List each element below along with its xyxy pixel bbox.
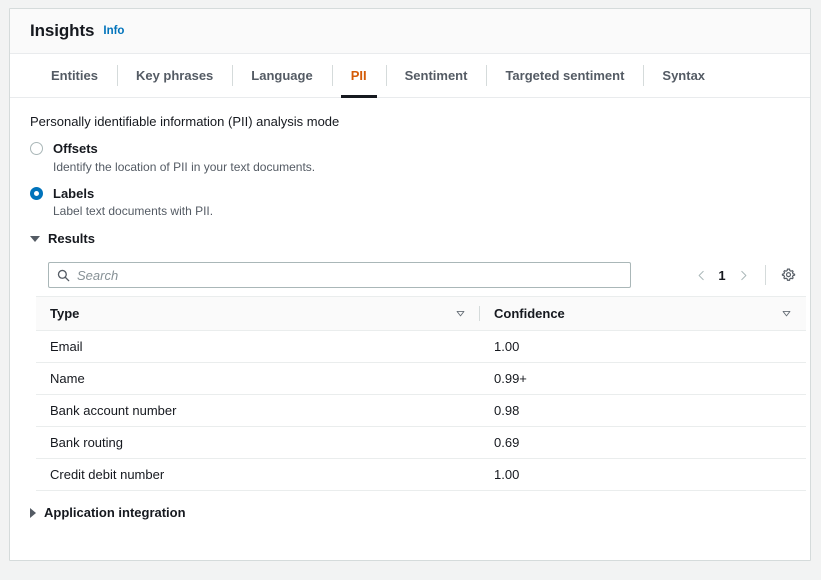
tab-sentiment[interactable]: Sentiment (386, 54, 487, 97)
tab-label: Syntax (662, 68, 705, 83)
tab-pii[interactable]: PII (332, 54, 386, 97)
radio-unchecked-icon[interactable] (30, 142, 43, 155)
panel-header: Insights Info (10, 9, 810, 54)
caret-right-icon (30, 508, 36, 518)
table-row[interactable]: Credit debit number 1.00 (36, 459, 806, 491)
column-header-label: Type (50, 306, 79, 321)
table-row[interactable]: Name 0.99+ (36, 363, 806, 395)
tab-key-phrases[interactable]: Key phrases (117, 54, 232, 97)
radio-label-offsets: Offsets (53, 140, 315, 158)
cell-type: Bank routing (36, 427, 480, 459)
panel-body: Personally identifiable information (PII… (10, 98, 810, 520)
tab-label: Sentiment (405, 68, 468, 83)
gear-icon[interactable] (776, 263, 800, 287)
table-row[interactable]: Bank routing 0.69 (36, 427, 806, 459)
tab-targeted-sentiment[interactable]: Targeted sentiment (486, 54, 643, 97)
results-table-head: Type Confidence (36, 297, 806, 331)
tab-label: Language (251, 68, 312, 83)
tab-label: Key phrases (136, 68, 213, 83)
pii-mode-label: Personally identifiable information (PII… (30, 114, 790, 129)
cell-confidence: 1.00 (480, 459, 806, 491)
tab-entities[interactable]: Entities (32, 54, 117, 97)
search-input[interactable] (77, 268, 630, 283)
pagination-previous-icon[interactable] (689, 263, 713, 287)
table-row[interactable]: Email 1.00 (36, 331, 806, 363)
cell-type: Name (36, 363, 480, 395)
results-section-toggle[interactable]: Results (30, 231, 790, 246)
application-integration-toggle[interactable]: Application integration (30, 505, 790, 520)
cell-confidence: 0.98 (480, 395, 806, 427)
pii-mode-radio-group: Offsets Identify the location of PII in … (30, 140, 790, 219)
info-link[interactable]: Info (103, 25, 124, 37)
page-title: Insights (30, 21, 94, 41)
pagination-next-icon[interactable] (731, 263, 755, 287)
application-integration-title: Application integration (44, 505, 186, 520)
search-icon (57, 269, 70, 282)
cell-type: Bank account number (36, 395, 480, 427)
radio-label-labels: Labels (53, 185, 213, 203)
toolbar-divider (765, 265, 766, 285)
radio-description-labels: Label text documents with PII. (53, 203, 213, 219)
table-row[interactable]: Bank account number 0.98 (36, 395, 806, 427)
radio-option-labels[interactable]: Labels Label text documents with PII. (30, 185, 790, 220)
sort-descending-icon[interactable] (781, 308, 792, 319)
results-section-title: Results (48, 231, 95, 246)
cell-confidence: 0.69 (480, 427, 806, 459)
column-header-confidence[interactable]: Confidence (480, 297, 806, 331)
sort-descending-icon[interactable] (455, 308, 466, 319)
results-table-container: 1 (36, 256, 806, 491)
radio-description-offsets: Identify the location of PII in your tex… (53, 159, 315, 175)
cell-confidence: 1.00 (480, 331, 806, 363)
column-header-type[interactable]: Type (36, 297, 480, 331)
tab-syntax[interactable]: Syntax (643, 54, 724, 97)
caret-down-icon (30, 236, 40, 242)
tab-language[interactable]: Language (232, 54, 331, 97)
cell-confidence: 0.99+ (480, 363, 806, 395)
insights-tabs: Entities Key phrases Language PII Sentim… (10, 54, 810, 98)
results-table: Type Confidence (36, 296, 806, 491)
table-header-row: Type Confidence (36, 297, 806, 331)
results-table-body: Email 1.00 Name 0.99+ Bank account numbe… (36, 331, 806, 491)
radio-option-offsets[interactable]: Offsets Identify the location of PII in … (30, 140, 790, 175)
tab-label: Entities (51, 68, 98, 83)
search-box[interactable] (48, 262, 631, 288)
insights-panel: Insights Info Entities Key phrases Langu… (9, 8, 811, 561)
tab-label: Targeted sentiment (505, 68, 624, 83)
tab-label: PII (351, 68, 367, 83)
cell-type: Email (36, 331, 480, 363)
cell-type: Credit debit number (36, 459, 480, 491)
column-header-label: Confidence (494, 306, 565, 321)
pagination-page-1[interactable]: 1 (713, 268, 731, 283)
radio-checked-icon[interactable] (30, 187, 43, 200)
results-toolbar: 1 (36, 256, 806, 296)
results-toolbar-right: 1 (689, 263, 806, 287)
